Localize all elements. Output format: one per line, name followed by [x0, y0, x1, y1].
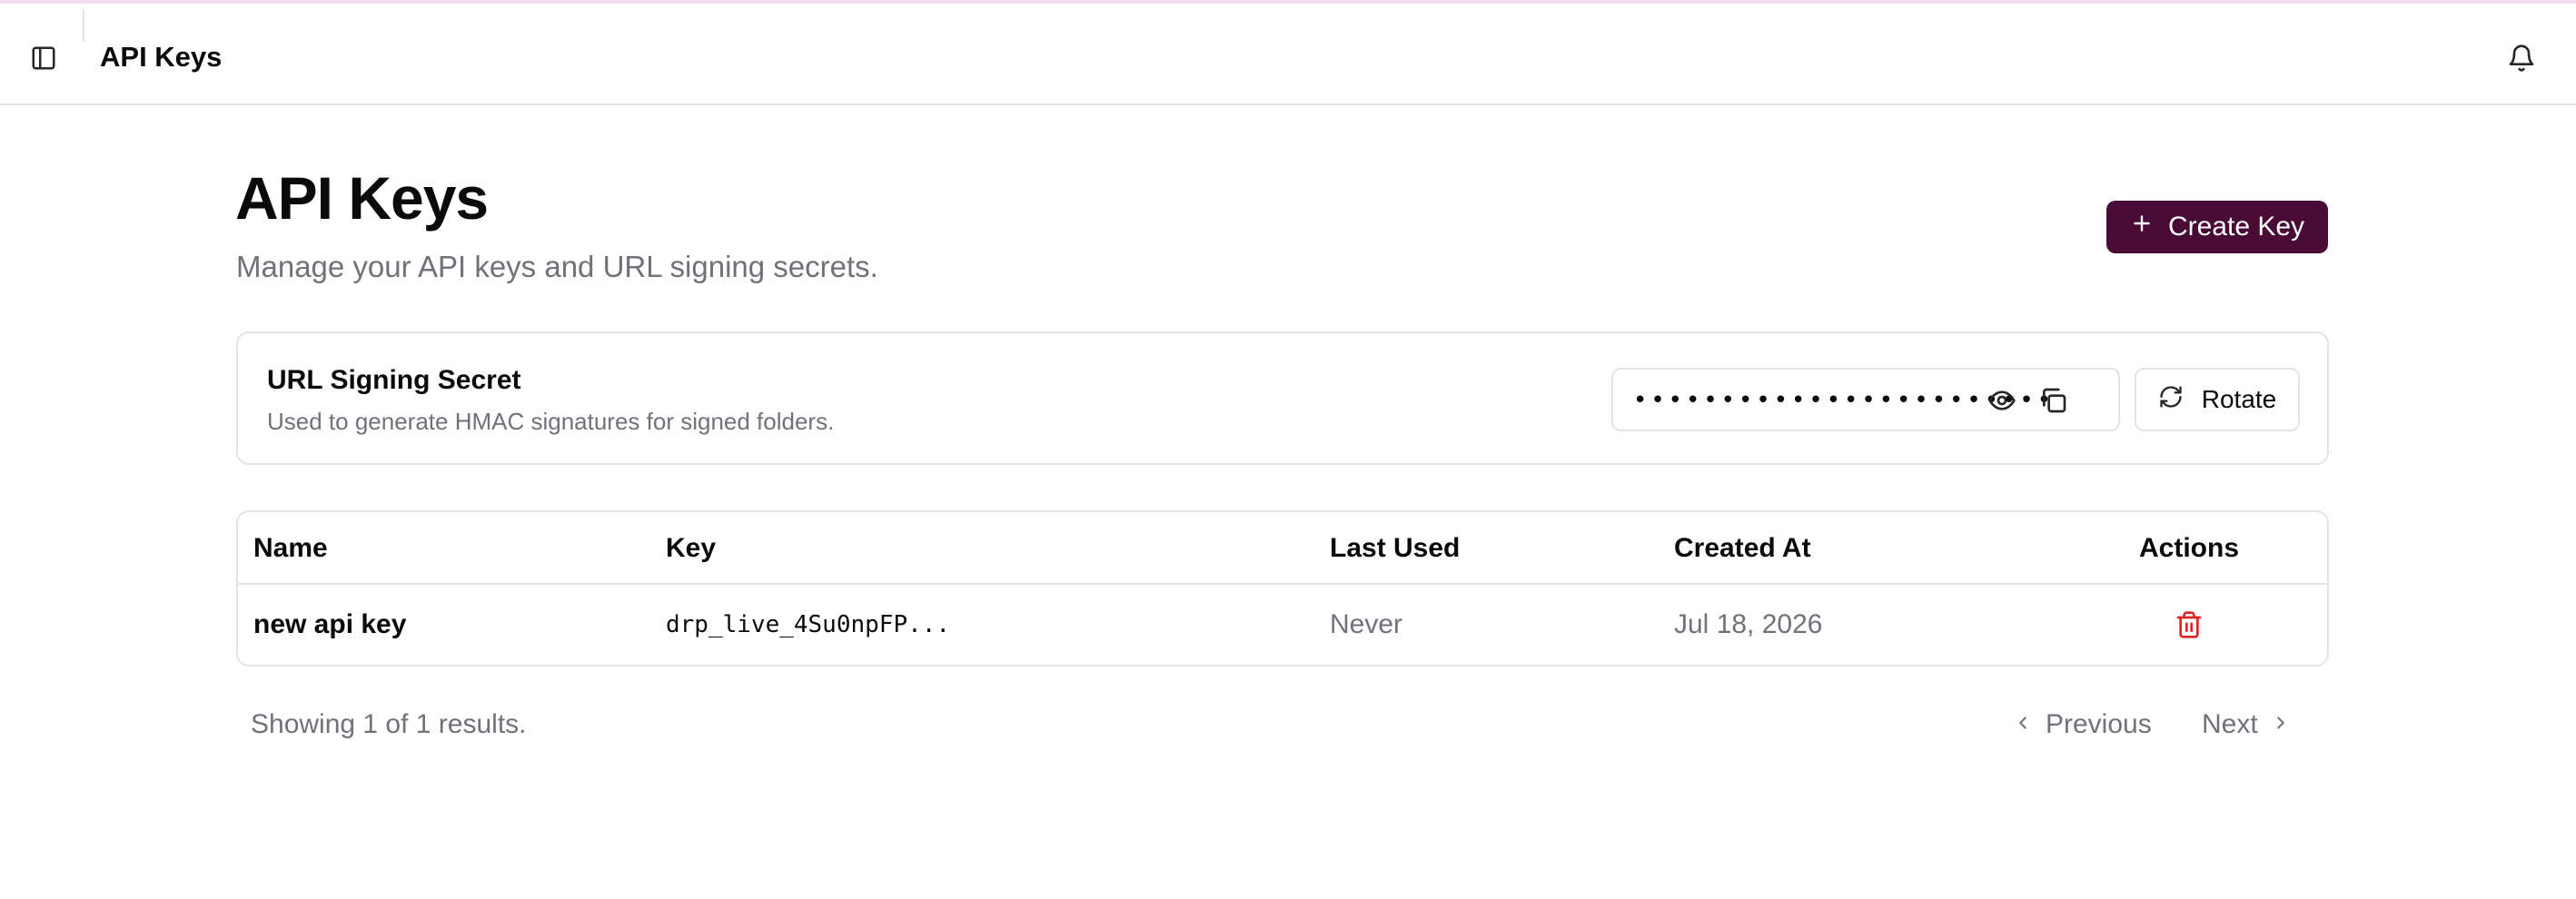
trash-icon[interactable]	[2171, 607, 2207, 643]
key-value-cell: drp_live_4Su0npFP...	[666, 611, 951, 638]
page-title: API Keys	[235, 164, 489, 232]
previous-label: Previous	[2046, 709, 2152, 739]
next-page-button[interactable]: Next	[2202, 703, 2291, 746]
eye-icon[interactable]	[1986, 384, 2018, 417]
previous-page-button[interactable]: Previous	[2013, 703, 2152, 746]
top-header: API Keys	[0, 4, 2576, 105]
column-header-actions: Actions	[2139, 533, 2240, 563]
bell-icon[interactable]	[2505, 42, 2538, 74]
results-summary: Showing 1 of 1 results.	[251, 709, 527, 739]
header-title: API Keys	[100, 41, 223, 73]
create-key-button[interactable]: Create Key	[2106, 201, 2328, 253]
api-keys-table: Name Key Last Used Created At Actions ne…	[236, 510, 2329, 667]
chevron-right-icon	[2271, 709, 2291, 740]
copy-icon[interactable]	[2037, 384, 2070, 417]
signing-secret-card: URL Signing Secret Used to generate HMAC…	[236, 331, 2329, 465]
refresh-icon	[2158, 384, 2184, 416]
create-key-label: Create Key	[2167, 212, 2305, 242]
header-divider	[83, 9, 84, 42]
column-header-key[interactable]: Key	[666, 530, 716, 567]
table-row[interactable]: new api key drp_live_4Su0npFP... Never J…	[238, 585, 2327, 667]
rotate-button[interactable]: Rotate	[2135, 368, 2300, 431]
table-header: Name Key Last Used Created At Actions	[238, 512, 2327, 585]
signing-secret-title: URL Signing Secret	[267, 365, 521, 395]
signing-secret-description: Used to generate HMAC signatures for sig…	[267, 408, 835, 435]
plus-icon	[2130, 212, 2154, 242]
page-subtitle: Manage your API keys and URL signing sec…	[236, 250, 878, 283]
key-name-cell: new api key	[253, 609, 407, 639]
rotate-label: Rotate	[2201, 385, 2277, 413]
chevron-left-icon	[2013, 709, 2033, 740]
sidebar-panel-icon[interactable]	[27, 42, 60, 74]
next-label: Next	[2202, 709, 2258, 739]
last-used-cell: Never	[1330, 609, 1403, 639]
column-header-last-used[interactable]: Last Used	[1330, 530, 1460, 567]
column-header-created-at[interactable]: Created At	[1674, 530, 1811, 567]
created-at-cell: Jul 18, 2026	[1674, 609, 1823, 639]
signing-secret-field: ••••••••••••••••••••••••	[1611, 368, 2120, 431]
column-header-name[interactable]: Name	[253, 530, 328, 567]
